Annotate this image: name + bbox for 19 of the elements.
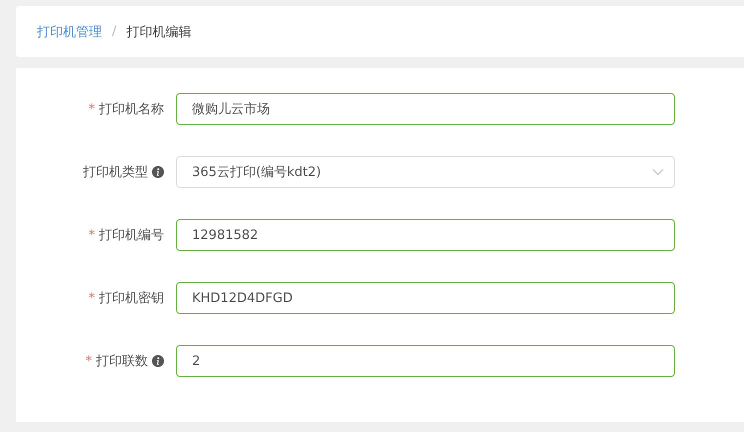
required-mark: * <box>88 102 95 116</box>
input-field[interactable]: 微购儿云市场 <box>176 93 675 125</box>
info-icon[interactable] <box>152 355 164 367</box>
breadcrumb-separator: / <box>112 24 116 39</box>
field-label: 打印机类型 <box>83 164 148 181</box>
field-label: 打印机密钥 <box>99 290 164 307</box>
required-mark: * <box>88 290 95 306</box>
required-mark: * <box>88 228 95 242</box>
breadcrumb-current: 打印机编辑 <box>126 24 192 40</box>
required-mark: * <box>86 354 92 368</box>
field-label: 打印机名称 <box>99 101 164 118</box>
input-field[interactable]: KHD12D4DFGD <box>176 282 675 314</box>
input-field[interactable]: 12981582 <box>176 219 675 251</box>
field-label: 打印机编号 <box>99 227 164 244</box>
caret-icon <box>652 168 664 176</box>
select-field[interactable]: 365云打印(编号kdt2) <box>176 156 675 188</box>
info-icon[interactable] <box>152 166 164 178</box>
field-label: 打印联数 <box>96 353 148 370</box>
input-field[interactable]: 2 <box>176 345 675 377</box>
